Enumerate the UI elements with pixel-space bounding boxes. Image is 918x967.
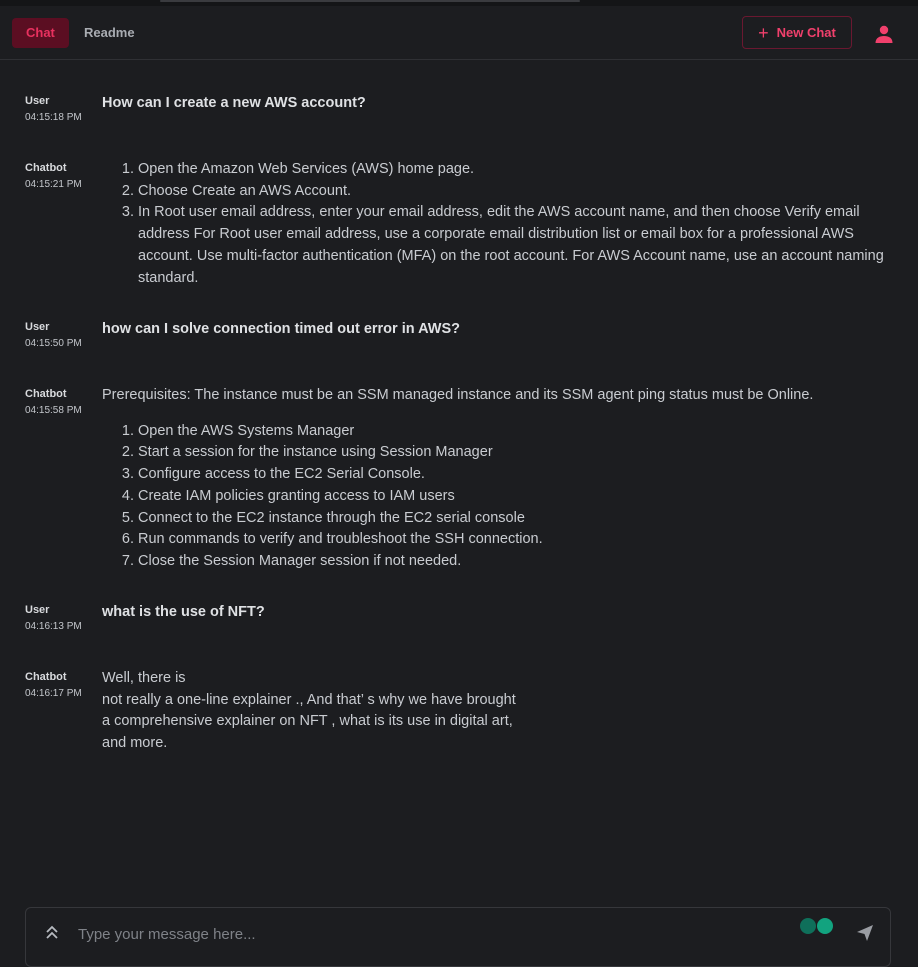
message-role: Chatbot (25, 388, 67, 400)
message-text: Well, there is not really a one-line exp… (102, 668, 894, 755)
tab-readme[interactable]: Readme (70, 18, 149, 48)
message-time: 04:15:58 PM (25, 405, 82, 416)
tab-chat[interactable]: Chat (12, 18, 69, 48)
message-time: 04:15:50 PM (25, 338, 82, 349)
message-text: what is the use of NFT? (102, 604, 265, 620)
chevrons-up-icon[interactable] (44, 924, 60, 942)
message-role: User (25, 321, 50, 333)
message-text: Open the Amazon Web Services (AWS) home … (102, 159, 894, 289)
message-meta: Chatbot 04:15:58 PM (25, 387, 95, 418)
message-meta: User 04:15:50 PM (25, 320, 95, 351)
text-line: a comprehensive explainer on NFT , what … (102, 713, 513, 730)
message-time: 04:15:18 PM (25, 112, 82, 123)
plus-icon: + (758, 22, 769, 43)
grammarly-bulb-icon[interactable] (800, 918, 816, 934)
message-meta: User 04:15:18 PM (25, 94, 95, 125)
message-time: 04:16:13 PM (25, 621, 82, 632)
list-item: Start a session for the instance using S… (138, 442, 894, 464)
message-text: Prerequisites: The instance must be an S… (102, 385, 894, 573)
steps-list: Open the AWS Systems Manager Start a ses… (102, 421, 894, 573)
list-item: Open the AWS Systems Manager (138, 421, 894, 443)
message-meta: User 04:16:13 PM (25, 603, 95, 634)
list-item: Run commands to verify and troubleshoot … (138, 529, 894, 551)
list-item: Configure access to the EC2 Serial Conso… (138, 464, 894, 486)
new-chat-button[interactable]: + New Chat (742, 16, 852, 49)
scroll-indicator (160, 0, 580, 2)
prerequisites-text: Prerequisites: The instance must be an S… (102, 387, 814, 403)
message-meta: Chatbot 04:16:17 PM (25, 670, 95, 701)
list-item: In Root user email address, enter your e… (138, 202, 894, 289)
new-chat-label: New Chat (776, 25, 836, 40)
message-role: Chatbot (25, 671, 67, 683)
message-role: User (25, 604, 50, 616)
text-line: Well, there is (102, 670, 186, 686)
message-input[interactable] (76, 920, 780, 948)
grammarly-icon[interactable] (817, 918, 833, 934)
list-item: Choose Create an AWS Account. (138, 181, 894, 203)
steps-list: Open the Amazon Web Services (AWS) home … (102, 159, 894, 289)
message-text: How can I create a new AWS account? (102, 95, 366, 111)
message-role: User (25, 95, 50, 107)
message-composer (25, 907, 891, 967)
list-item: Open the Amazon Web Services (AWS) home … (138, 159, 894, 181)
message-role: Chatbot (25, 162, 67, 174)
list-item: Close the Session Manager session if not… (138, 551, 894, 573)
message-time: 04:15:21 PM (25, 179, 82, 190)
text-line: not really a one-line explainer ., And t… (102, 691, 516, 708)
message-text: how can I solve connection timed out err… (102, 321, 460, 337)
message-time: 04:16:17 PM (25, 688, 82, 699)
send-icon[interactable] (856, 924, 874, 942)
list-item: Create IAM policies granting access to I… (138, 486, 894, 508)
list-item: Connect to the EC2 instance through the … (138, 508, 894, 530)
app-header: Chat Readme + New Chat (0, 6, 918, 60)
message-meta: Chatbot 04:15:21 PM (25, 161, 95, 192)
text-line: and more. (102, 735, 168, 752)
user-icon[interactable] (872, 22, 896, 46)
